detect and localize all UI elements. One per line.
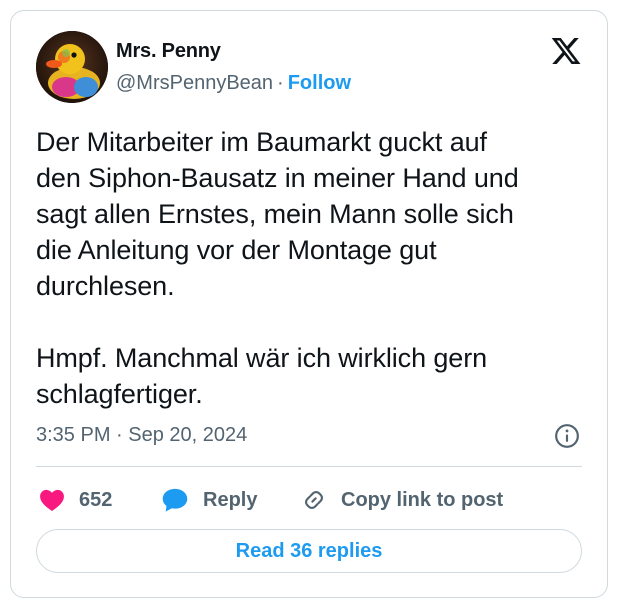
follow-button[interactable]: Follow [288, 72, 351, 94]
tweet-card: Mrs. Penny @MrsPennyBean · Follow Der Mita… [10, 10, 608, 598]
read-replies-button[interactable]: Read 36 replies [36, 529, 582, 573]
author-name[interactable]: Mrs. Penny [116, 39, 351, 63]
reply-label: Reply [203, 488, 258, 511]
avatar[interactable] [36, 31, 108, 103]
action-bar: 652 Reply Copy link to post [39, 483, 599, 517]
info-icon[interactable] [554, 423, 580, 449]
link-icon [304, 490, 324, 510]
x-logo-icon[interactable] [550, 35, 582, 67]
rubber-duck-avatar-icon [36, 31, 108, 103]
copy-link-button[interactable]: Copy link to post [301, 483, 503, 517]
author-handle[interactable]: @MrsPennyBean [116, 72, 273, 94]
tweet-time: 3:35 PM [36, 424, 111, 446]
reply-button[interactable]: Reply [161, 483, 257, 517]
handle-row: @MrsPennyBean · Follow [116, 71, 351, 95]
like-count: 652 [79, 488, 113, 511]
tweet-date: Sep 20, 2024 [128, 424, 248, 446]
heart-icon [40, 489, 64, 512]
tweet-timestamp[interactable]: 3:35 PM · Sep 20, 2024 [36, 423, 247, 447]
separator-dot: · [277, 72, 284, 94]
copy-link-label: Copy link to post [341, 488, 504, 511]
author-block: Mrs. Penny @MrsPennyBean · Follow [116, 39, 351, 95]
divider [36, 466, 582, 467]
tweet-text: Der Mitarbeiter im Baumarkt guckt auf de… [36, 127, 519, 409]
timestamp-separator: · [116, 424, 123, 446]
reply-bubble-icon [162, 488, 188, 512]
like-button[interactable]: 652 [39, 483, 112, 517]
